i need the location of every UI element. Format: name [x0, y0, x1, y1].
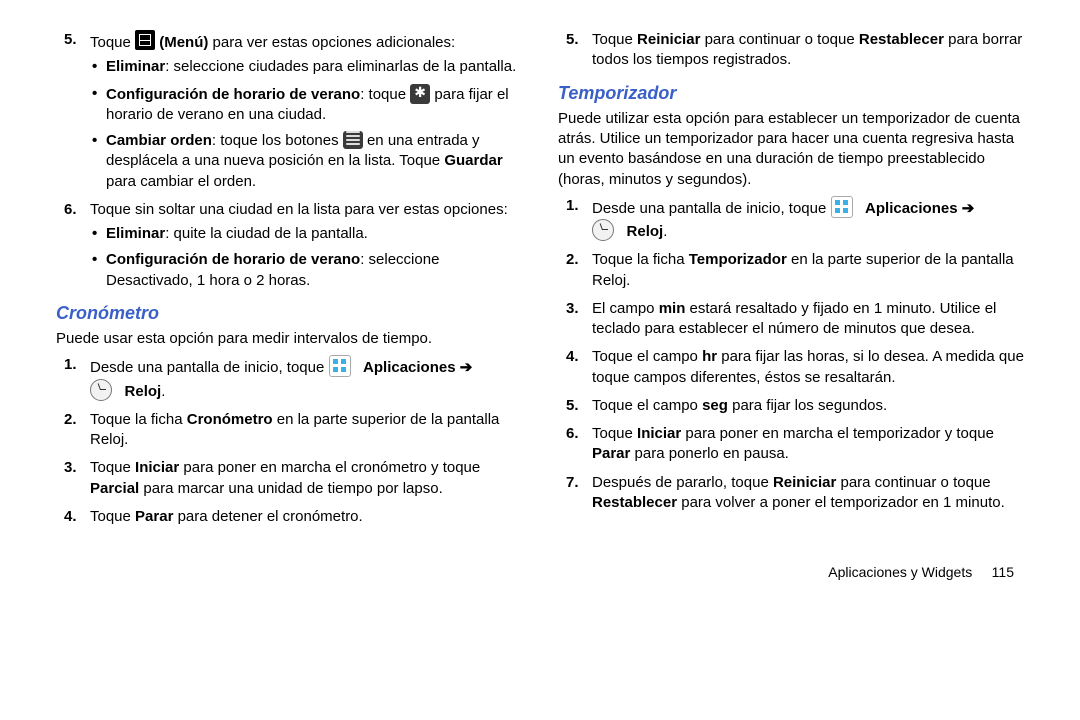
- step-6: Toque sin soltar una ciudad en la lista …: [56, 200, 522, 291]
- temp-step-6: Toque Iniciar para poner en marcha el te…: [558, 424, 1024, 465]
- crono-steps-continued: Toque Reiniciar para continuar o toque R…: [558, 30, 1024, 71]
- crono-step-4: Toque Parar para detener el cronómetro.: [56, 507, 522, 527]
- arrow-icon: ➔: [962, 200, 975, 217]
- temp-step-4: Toque el campo hr para fijar las horas, …: [558, 347, 1024, 388]
- cronometro-title: Cronómetro: [56, 301, 522, 325]
- menu-icon: [135, 30, 155, 50]
- temp-step-2: Toque la ficha Temporizador en la parte …: [558, 250, 1024, 291]
- bullet-dst2: Configuración de horario de verano: sele…: [90, 250, 522, 291]
- crono-step-5: Toque Reiniciar para continuar o toque R…: [558, 30, 1024, 71]
- arrow-icon: ➔: [460, 359, 473, 376]
- menu-label: (Menú): [159, 34, 208, 51]
- cronometro-steps: Desde una pantalla de inicio, toque Apli…: [56, 355, 522, 527]
- bullet-dst: Configuración de horario de verano: toqu…: [90, 84, 522, 126]
- bullet-orden: Cambiar orden: toque los botones en una …: [90, 131, 522, 192]
- step5-pre: Toque: [90, 34, 135, 51]
- temp-step-3: El campo min estará resaltado y fijado e…: [558, 299, 1024, 340]
- step-5: Toque (Menú) para ver estas opciones adi…: [56, 30, 522, 192]
- page-footer: Aplicaciones y Widgets 115: [56, 563, 1024, 582]
- bullet-eliminar: Eliminar: seleccione ciudades para elimi…: [90, 57, 522, 77]
- apps-icon: [329, 355, 351, 377]
- cronometro-intro: Puede usar esta opción para medir interv…: [56, 329, 522, 349]
- page-columns: Toque (Menú) para ver estas opciones adi…: [56, 30, 1024, 535]
- temp-step-7: Después de pararlo, toque Reiniciar para…: [558, 473, 1024, 514]
- clock-icon: [592, 219, 614, 241]
- dst-icon: [410, 84, 430, 104]
- step6-bullets: Eliminar: quite la ciudad de la pantalla…: [90, 224, 522, 291]
- reloj-steps-continued: Toque (Menú) para ver estas opciones adi…: [56, 30, 522, 291]
- temporizador-title: Temporizador: [558, 81, 1024, 105]
- temp-step-5: Toque el campo seg para fijar los segund…: [558, 396, 1024, 416]
- right-column: Toque Reiniciar para continuar o toque R…: [558, 30, 1024, 535]
- bullet-eliminar2: Eliminar: quite la ciudad de la pantalla…: [90, 224, 522, 244]
- step5-post: para ver estas opciones adicionales:: [213, 34, 456, 51]
- drag-handle-icon: [343, 131, 363, 149]
- left-column: Toque (Menú) para ver estas opciones adi…: [56, 30, 522, 535]
- crono-step-1: Desde una pantalla de inicio, toque Apli…: [56, 355, 522, 402]
- step6-text: Toque sin soltar una ciudad en la lista …: [90, 201, 508, 218]
- clock-icon: [90, 379, 112, 401]
- crono-step-3: Toque Iniciar para poner en marcha el cr…: [56, 458, 522, 499]
- apps-icon: [831, 196, 853, 218]
- temporizador-steps: Desde una pantalla de inicio, toque Apli…: [558, 196, 1024, 513]
- temp-step-1: Desde una pantalla de inicio, toque Apli…: [558, 196, 1024, 243]
- page-number: 115: [992, 564, 1014, 580]
- footer-section: Aplicaciones y Widgets: [828, 564, 972, 580]
- crono-step-2: Toque la ficha Cronómetro en la parte su…: [56, 410, 522, 451]
- step5-bullets: Eliminar: seleccione ciudades para elimi…: [90, 57, 522, 192]
- temporizador-intro: Puede utilizar esta opción para establec…: [558, 109, 1024, 190]
